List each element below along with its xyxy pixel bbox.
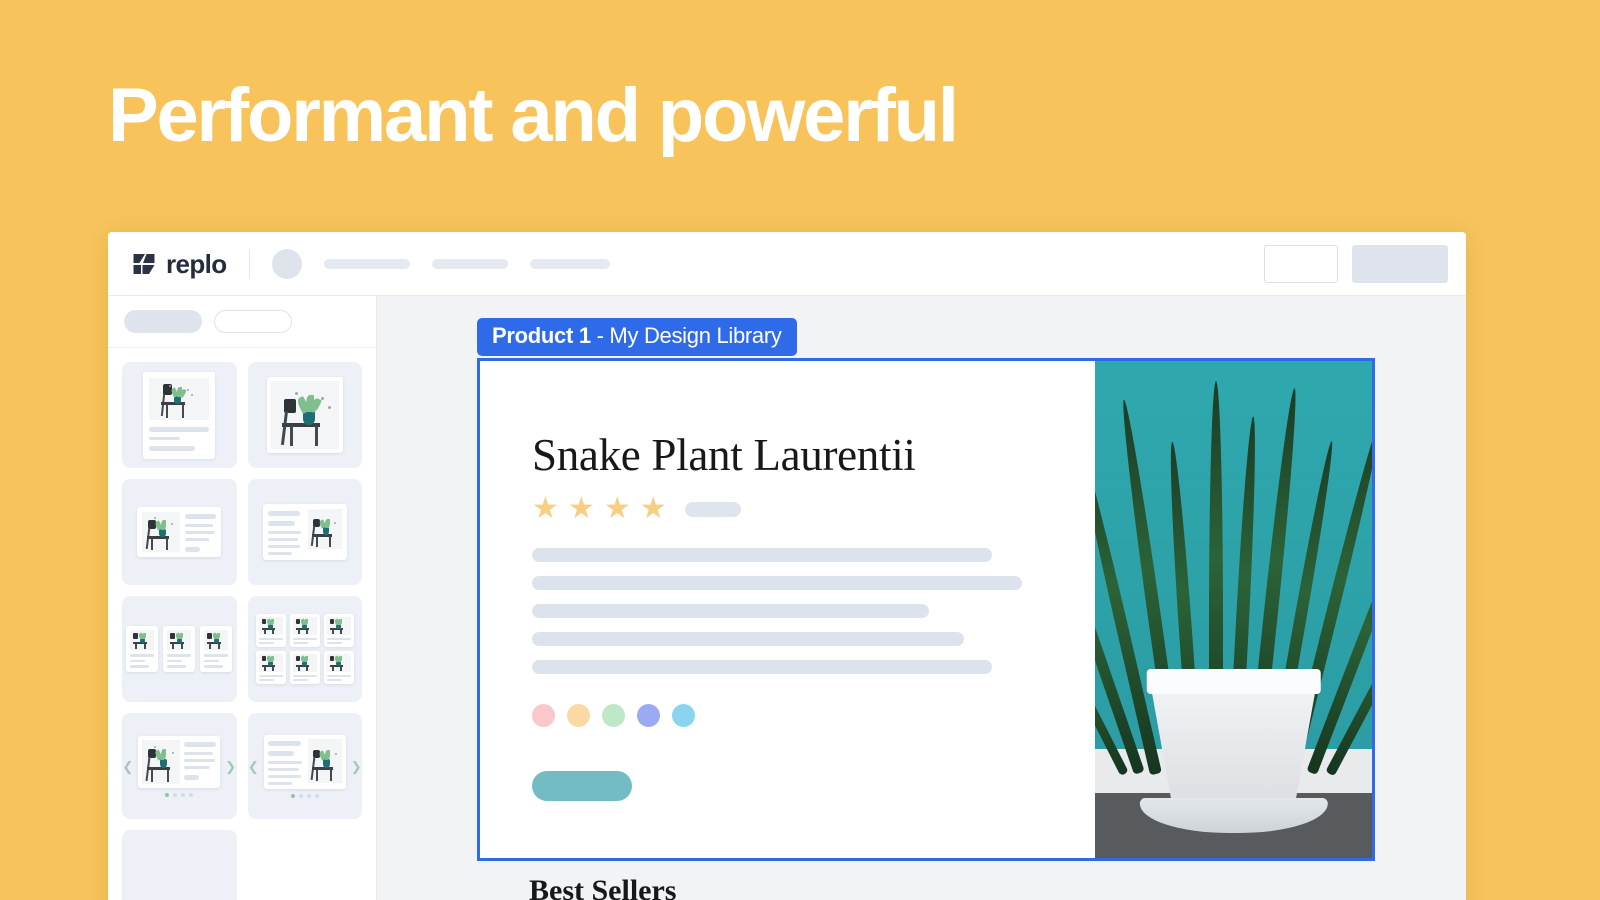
mini-photo xyxy=(149,377,210,420)
carousel-dot[interactable] xyxy=(290,793,295,798)
sidebar-toolbar xyxy=(108,296,376,348)
nav-placeholder-3[interactable] xyxy=(529,258,610,269)
brand-logo[interactable]: replo xyxy=(132,251,227,277)
design-canvas[interactable]: Product 1 - My Design Library Snake Plan… xyxy=(377,296,1466,900)
color-swatches xyxy=(532,704,1095,727)
swatch-pink[interactable] xyxy=(532,704,555,727)
app-topbar: replo xyxy=(108,232,1466,296)
selected-product-section[interactable]: Snake Plant Laurentii ★ ★ ★ ★ xyxy=(477,358,1375,861)
carousel-dot[interactable] xyxy=(181,792,186,797)
page-title: Performant and powerful xyxy=(108,73,959,158)
mini-photo xyxy=(142,739,181,784)
library-sidebar: ❮ ❯ ❮ ❯ xyxy=(108,296,377,900)
template-card-image-above-text[interactable] xyxy=(122,362,237,468)
template-card-six-item-grid[interactable] xyxy=(247,596,362,702)
swatch-green[interactable] xyxy=(602,704,625,727)
description-line xyxy=(532,604,929,618)
swatch-sky[interactable] xyxy=(672,704,695,727)
nav-placeholder-1[interactable] xyxy=(323,258,410,269)
mini-photo xyxy=(204,630,229,650)
nav-placeholder-2[interactable] xyxy=(431,258,508,269)
carousel-dot[interactable] xyxy=(314,793,319,798)
avatar[interactable] xyxy=(271,248,302,279)
product-image xyxy=(1095,361,1372,858)
mini-photo xyxy=(326,654,351,672)
description-line xyxy=(532,576,1022,590)
swatch-peach[interactable] xyxy=(567,704,590,727)
star-icon: ★ xyxy=(567,492,595,525)
carousel-dot[interactable] xyxy=(165,792,170,797)
topbar-divider xyxy=(248,248,250,279)
mini-photo xyxy=(326,617,351,635)
star-icon: ★ xyxy=(532,492,559,525)
star-icon: ★ xyxy=(603,492,631,525)
template-card-partial[interactable] xyxy=(122,830,237,900)
mini-photo xyxy=(307,509,342,549)
mini-photo xyxy=(258,654,283,672)
secondary-button[interactable] xyxy=(1264,244,1338,283)
plant-pot xyxy=(1150,684,1317,814)
chevron-left-icon[interactable]: ❮ xyxy=(248,760,259,773)
selection-label-bold: Product 1 xyxy=(492,323,591,348)
product-description xyxy=(532,548,1095,674)
replo-logo-mark-icon xyxy=(132,252,156,276)
template-card-text-left-image-right[interactable] xyxy=(247,479,362,585)
mini-photo xyxy=(130,630,155,650)
app-window: replo ❮ ❯ ❮ ❯ Product 1 - My Design Libr… xyxy=(108,232,1466,900)
below-section-title: Best Sellers xyxy=(529,874,677,900)
carousel-dot[interactable] xyxy=(306,793,311,798)
template-card-image-left-text-right[interactable] xyxy=(122,479,237,585)
mini-photo xyxy=(307,738,342,783)
selection-label-rest: - My Design Library xyxy=(590,323,782,348)
plant-pot-rim xyxy=(1146,669,1321,694)
mini-photo xyxy=(270,381,339,449)
template-card-carousel-image-right[interactable]: ❮ ❯ xyxy=(247,713,362,819)
swatch-indigo[interactable] xyxy=(637,704,660,727)
description-line xyxy=(532,632,964,646)
template-card-carousel-image-left[interactable]: ❮ ❯ xyxy=(122,713,237,819)
chevron-right-icon[interactable]: ❯ xyxy=(351,760,362,773)
carousel-dots[interactable] xyxy=(264,793,346,798)
chevron-right-icon[interactable]: ❯ xyxy=(225,760,236,773)
rating-count-placeholder xyxy=(684,501,741,517)
carousel-dot[interactable] xyxy=(173,792,178,797)
description-line xyxy=(532,548,992,562)
mini-photo xyxy=(142,512,181,552)
carousel-dot[interactable] xyxy=(298,793,303,798)
star-icon: ★ xyxy=(639,492,667,525)
chip-elements[interactable] xyxy=(214,310,292,333)
carousel-dot[interactable] xyxy=(189,792,194,797)
carousel-dots[interactable] xyxy=(138,792,220,797)
selection-label-badge[interactable]: Product 1 - My Design Library xyxy=(477,318,797,356)
primary-button[interactable] xyxy=(1352,244,1448,283)
product-title: Snake Plant Laurentii xyxy=(532,430,916,480)
description-line xyxy=(532,660,992,674)
chip-components[interactable] xyxy=(124,310,202,333)
template-card-image-only[interactable] xyxy=(247,362,362,468)
product-info: Snake Plant Laurentii ★ ★ ★ ★ xyxy=(480,361,1095,858)
mini-photo xyxy=(258,617,283,635)
brand-name: replo xyxy=(166,248,227,279)
mini-photo xyxy=(167,630,192,650)
app-body: ❮ ❯ ❮ ❯ Product 1 - My Design Library Sn… xyxy=(108,296,1466,900)
topbar-actions xyxy=(1264,244,1448,283)
add-to-cart-button[interactable] xyxy=(532,771,632,801)
template-grid: ❮ ❯ ❮ ❯ xyxy=(108,348,376,900)
template-card-three-column-grid[interactable] xyxy=(122,596,237,702)
mini-photo xyxy=(292,654,317,672)
mini-photo xyxy=(292,617,317,635)
product-rating: ★ ★ ★ ★ xyxy=(532,494,1095,524)
chevron-left-icon[interactable]: ❮ xyxy=(122,760,133,773)
